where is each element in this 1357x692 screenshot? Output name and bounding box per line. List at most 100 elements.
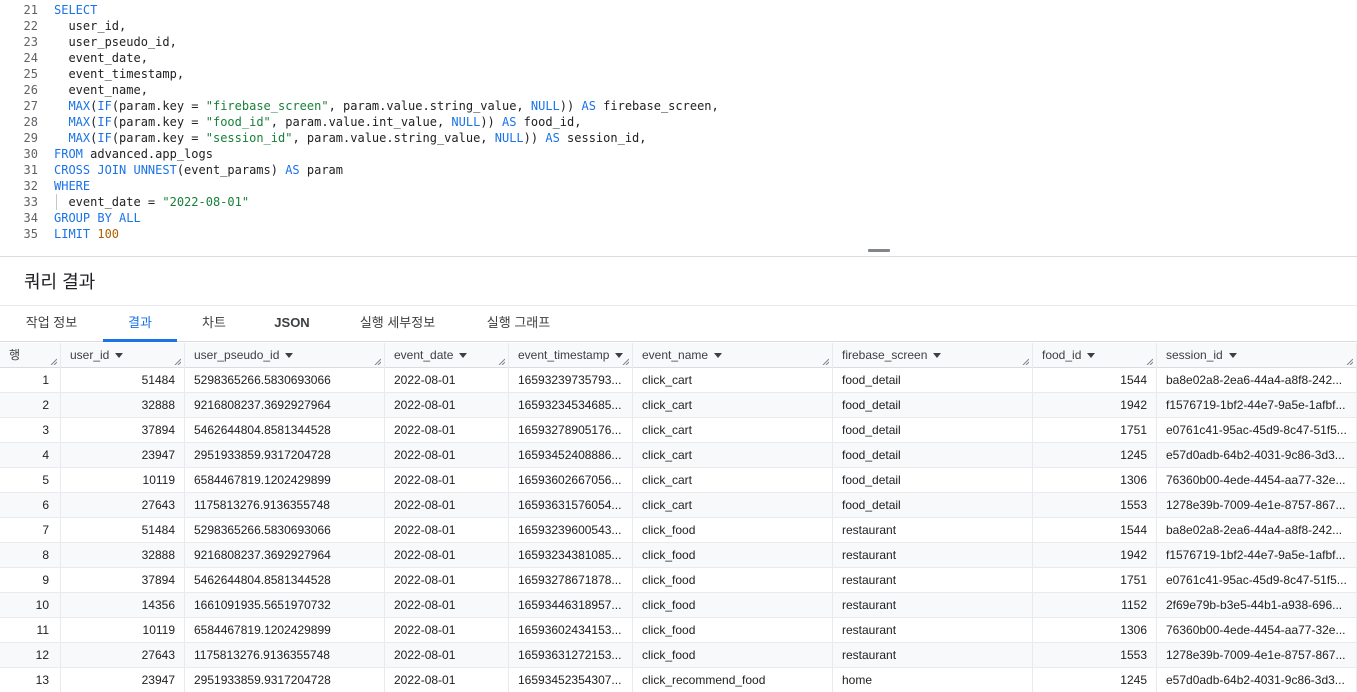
- cell-event-date[interactable]: 2022-08-01: [385, 518, 509, 543]
- cell-firebase-screen[interactable]: restaurant: [833, 518, 1033, 543]
- row-number[interactable]: 9: [0, 568, 61, 593]
- code-line[interactable]: 29 MAX(IF(param.key = "session_id", para…: [0, 130, 1357, 146]
- cell-food-id[interactable]: 1553: [1033, 493, 1157, 518]
- cell-firebase-screen[interactable]: food_detail: [833, 493, 1033, 518]
- cell-user-id[interactable]: 14356: [61, 593, 185, 618]
- row-number[interactable]: 10: [0, 593, 61, 618]
- cell-event-date[interactable]: 2022-08-01: [385, 543, 509, 568]
- column-resize-icon[interactable]: [498, 358, 505, 365]
- cell-event-timestamp[interactable]: 16593239600543...: [509, 518, 633, 543]
- cell-user-pseudo-id[interactable]: 5462644804.8581344528: [185, 418, 385, 443]
- cell-event-name[interactable]: click_cart: [633, 493, 833, 518]
- cell-session-id[interactable]: 76360b00-4ede-4454-aa77-32e...: [1157, 618, 1357, 643]
- cell-user-id[interactable]: 51484: [61, 518, 185, 543]
- cell-user-pseudo-id[interactable]: 9216808237.3692927964: [185, 393, 385, 418]
- cell-user-id[interactable]: 27643: [61, 493, 185, 518]
- cell-firebase-screen[interactable]: restaurant: [833, 593, 1033, 618]
- table-row[interactable]: 5 10119 6584467819.1202429899 2022-08-01 165…: [0, 468, 1357, 493]
- table-row[interactable]: 7 51484 5298365266.5830693066 2022-08-01 165…: [0, 518, 1357, 543]
- column-resize-icon[interactable]: [822, 358, 829, 365]
- sort-dropdown-icon[interactable]: [1087, 353, 1096, 359]
- table-row[interactable]: 3 37894 5462644804.8581344528 2022-08-01 165…: [0, 418, 1357, 443]
- splitter-handle[interactable]: [868, 249, 890, 252]
- tab-json[interactable]: JSON: [251, 306, 333, 342]
- sort-dropdown-icon[interactable]: [714, 353, 723, 359]
- row-number[interactable]: 12: [0, 643, 61, 668]
- cell-user-id[interactable]: 10119: [61, 618, 185, 643]
- cell-firebase-screen[interactable]: food_detail: [833, 418, 1033, 443]
- table-row[interactable]: 9 37894 5462644804.8581344528 2022-08-01 165…: [0, 568, 1357, 593]
- cell-firebase-screen[interactable]: restaurant: [833, 643, 1033, 668]
- cell-food-id[interactable]: 1152: [1033, 593, 1157, 618]
- cell-firebase-screen[interactable]: food_detail: [833, 468, 1033, 493]
- column-header-user-pseudo-id[interactable]: user_pseudo_id: [185, 343, 385, 368]
- cell-food-id[interactable]: 1544: [1033, 518, 1157, 543]
- column-resize-icon[interactable]: [1346, 358, 1353, 365]
- cell-event-date[interactable]: 2022-08-01: [385, 593, 509, 618]
- code-line[interactable]: 35 LIMIT 100: [0, 226, 1357, 241]
- cell-user-pseudo-id[interactable]: 1175813276.9136355748: [185, 643, 385, 668]
- sort-dropdown-icon[interactable]: [115, 353, 124, 359]
- cell-session-id[interactable]: ba8e02a8-2ea6-44a4-a8f8-242...: [1157, 518, 1357, 543]
- cell-event-timestamp[interactable]: 16593234381085...: [509, 543, 633, 568]
- cell-user-id[interactable]: 32888: [61, 393, 185, 418]
- row-number[interactable]: 1: [0, 368, 61, 393]
- cell-event-name[interactable]: click_cart: [633, 368, 833, 393]
- table-row[interactable]: 8 32888 9216808237.3692927964 2022-08-01 165…: [0, 543, 1357, 568]
- cell-food-id[interactable]: 1245: [1033, 668, 1157, 692]
- cell-user-id[interactable]: 10119: [61, 468, 185, 493]
- column-header-user-id[interactable]: user_id: [61, 343, 185, 368]
- cell-food-id[interactable]: 1751: [1033, 568, 1157, 593]
- column-header-행[interactable]: 행: [0, 343, 61, 368]
- tab-job-info[interactable]: 작업 정보: [0, 306, 103, 342]
- cell-event-name[interactable]: click_food: [633, 618, 833, 643]
- cell-event-timestamp[interactable]: 16593278671878...: [509, 568, 633, 593]
- cell-event-name[interactable]: click_recommend_food: [633, 668, 833, 692]
- cell-food-id[interactable]: 1942: [1033, 543, 1157, 568]
- cell-event-name[interactable]: click_food: [633, 593, 833, 618]
- sql-editor[interactable]: 21 SELECT 22 user_id, 23 user_pseudo_id, 24 …: [0, 0, 1357, 241]
- cell-firebase-screen[interactable]: restaurant: [833, 543, 1033, 568]
- cell-user-pseudo-id[interactable]: 5298365266.5830693066: [185, 368, 385, 393]
- cell-food-id[interactable]: 1751: [1033, 418, 1157, 443]
- cell-session-id[interactable]: f1576719-1bf2-44e7-9a5e-1afbf...: [1157, 543, 1357, 568]
- table-row[interactable]: 11 10119 6584467819.1202429899 2022-08-01 16…: [0, 618, 1357, 643]
- table-row[interactable]: 13 23947 2951933859.9317204728 2022-08-01 16…: [0, 668, 1357, 692]
- cell-event-name[interactable]: click_cart: [633, 418, 833, 443]
- cell-event-name[interactable]: click_food: [633, 543, 833, 568]
- table-row[interactable]: 1 51484 5298365266.5830693066 2022-08-01 165…: [0, 368, 1357, 393]
- table-row[interactable]: 2 32888 9216808237.3692927964 2022-08-01 165…: [0, 393, 1357, 418]
- cell-event-date[interactable]: 2022-08-01: [385, 493, 509, 518]
- cell-food-id[interactable]: 1553: [1033, 643, 1157, 668]
- cell-session-id[interactable]: f1576719-1bf2-44e7-9a5e-1afbf...: [1157, 393, 1357, 418]
- cell-event-timestamp[interactable]: 16593631576054...: [509, 493, 633, 518]
- cell-session-id[interactable]: 76360b00-4ede-4454-aa77-32e...: [1157, 468, 1357, 493]
- code-line[interactable]: 28 MAX(IF(param.key = "food_id", param.v…: [0, 114, 1357, 130]
- column-header-event-name[interactable]: event_name: [633, 343, 833, 368]
- cell-event-timestamp[interactable]: 16593446318957...: [509, 593, 633, 618]
- cell-user-pseudo-id[interactable]: 1175813276.9136355748: [185, 493, 385, 518]
- cell-user-id[interactable]: 23947: [61, 443, 185, 468]
- cell-event-name[interactable]: click_food: [633, 568, 833, 593]
- table-row[interactable]: 10 14356 1661091935.5651970732 2022-08-01 16…: [0, 593, 1357, 618]
- cell-firebase-screen[interactable]: food_detail: [833, 368, 1033, 393]
- code-line[interactable]: 25 event_timestamp,: [0, 66, 1357, 82]
- code-line[interactable]: 21 SELECT: [0, 2, 1357, 18]
- cell-event-date[interactable]: 2022-08-01: [385, 443, 509, 468]
- row-number[interactable]: 2: [0, 393, 61, 418]
- cell-firebase-screen[interactable]: food_detail: [833, 393, 1033, 418]
- cell-event-name[interactable]: click_food: [633, 643, 833, 668]
- cell-user-pseudo-id[interactable]: 9216808237.3692927964: [185, 543, 385, 568]
- cell-event-date[interactable]: 2022-08-01: [385, 568, 509, 593]
- column-header-event-date[interactable]: event_date: [385, 343, 509, 368]
- cell-session-id[interactable]: e57d0adb-64b2-4031-9c86-3d3...: [1157, 668, 1357, 692]
- row-number[interactable]: 8: [0, 543, 61, 568]
- tab-execution-graph[interactable]: 실행 그래프: [462, 306, 575, 342]
- cell-user-id[interactable]: 37894: [61, 418, 185, 443]
- cell-user-pseudo-id[interactable]: 6584467819.1202429899: [185, 468, 385, 493]
- column-resize-icon[interactable]: [374, 358, 381, 365]
- cell-food-id[interactable]: 1306: [1033, 468, 1157, 493]
- cell-event-date[interactable]: 2022-08-01: [385, 643, 509, 668]
- cell-session-id[interactable]: ba8e02a8-2ea6-44a4-a8f8-242...: [1157, 368, 1357, 393]
- cell-event-name[interactable]: click_cart: [633, 393, 833, 418]
